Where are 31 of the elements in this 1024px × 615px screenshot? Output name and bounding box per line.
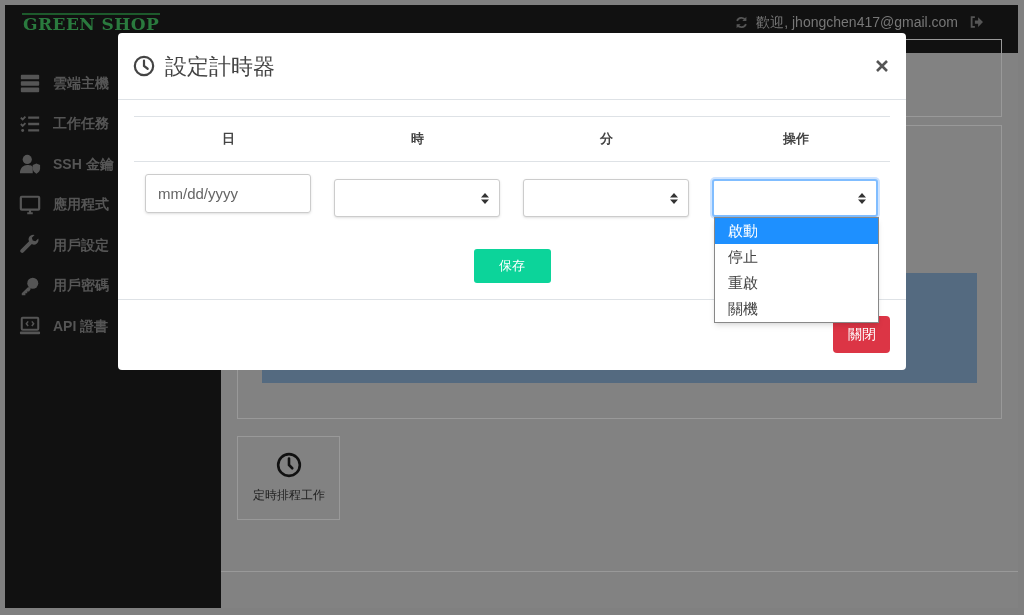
select-field[interactable] (523, 179, 689, 217)
sidebar-item[interactable]: 用戶密碼 (5, 265, 221, 306)
clock-icon (133, 55, 155, 77)
monitor-icon (19, 193, 41, 216)
sidebar-item[interactable]: 工作任務 (5, 103, 221, 144)
tile-label: 定時排程工作 (252, 487, 325, 504)
dropdown-option[interactable]: 重啟 (715, 270, 878, 296)
welcome-text: 歡迎, jhongchen417@gmail.com (756, 13, 958, 31)
modal-title: 設定計時器 (165, 52, 275, 81)
logout-icon[interactable] (970, 16, 983, 28)
sort-caret-icon (670, 192, 678, 204)
user-shield-icon (19, 153, 41, 176)
sort-caret-icon (858, 192, 866, 204)
server-icon (19, 72, 41, 95)
save-button[interactable]: 保存 (473, 249, 551, 283)
schedule-tile[interactable]: 定時排程工作 (237, 436, 340, 520)
column-header: 操作 (782, 130, 809, 149)
column-header: 時 (411, 130, 424, 149)
select-field[interactable] (712, 179, 878, 217)
dropdown-option[interactable]: 停止 (715, 244, 878, 270)
sidebar-item[interactable]: API 證書 (5, 306, 221, 347)
select-field[interactable] (334, 179, 500, 217)
sort-caret-icon (481, 192, 489, 204)
sidebar-item[interactable]: 用戶設定 (5, 225, 221, 266)
clock-icon (275, 452, 302, 478)
refresh-icon[interactable] (735, 16, 749, 29)
column-header: 日 (222, 130, 235, 149)
column-header: 分 (600, 130, 613, 149)
date-field[interactable]: mm/dd/yyyy (145, 174, 311, 213)
dropdown-option[interactable]: 啟動 (715, 218, 878, 244)
close-icon[interactable] (876, 60, 888, 72)
